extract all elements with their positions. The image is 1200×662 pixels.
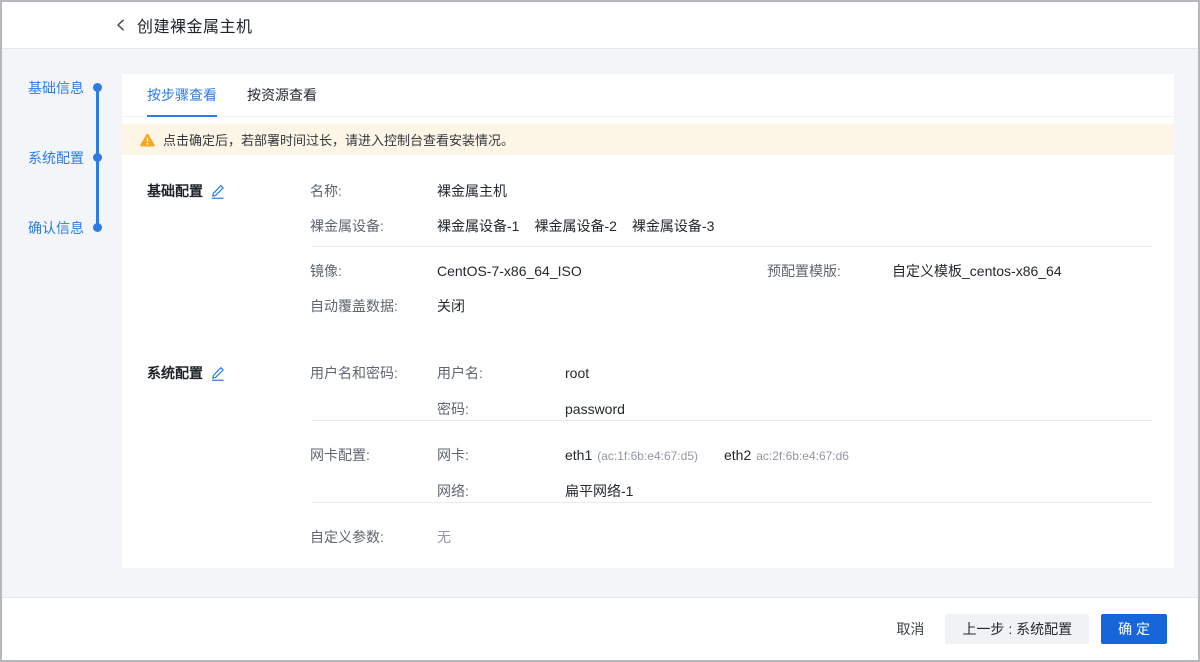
step-confirm-info[interactable]: 确认信息 — [28, 218, 84, 238]
device-item: 裸金属设备-3 — [632, 216, 714, 236]
nic-item-eth2: eth2 ac:2f:6b:e4:67:d6 — [724, 447, 849, 463]
deploy-warning-banner: 点击确定后，若部署时间过长，请进入控制台查看安装情况。 — [122, 124, 1174, 155]
username-label: 用户名: — [437, 363, 565, 383]
pencil-icon — [210, 184, 225, 199]
overwrite-value: 关闭 — [437, 296, 465, 316]
confirm-panel: 按步骤查看 按资源查看 点击确定后，若部署时间过长，请进入控制台查看安装情况。 … — [122, 74, 1174, 568]
field-row-devices: 裸金属设备: 裸金属设备-1 裸金属设备-2 裸金属设备-3 — [310, 216, 1146, 236]
tab-view-by-step[interactable]: 按步骤查看 — [147, 74, 217, 117]
name-value: 裸金属主机 — [437, 181, 507, 201]
tab-view-by-resource[interactable]: 按资源查看 — [247, 74, 317, 117]
section-system-title: 系统配置 — [147, 363, 203, 383]
network-label: 网络: — [437, 481, 565, 501]
overwrite-label: 自动覆盖数据: — [310, 296, 437, 316]
image-value: CentOS-7-x86_64_ISO — [437, 263, 767, 279]
field-row-image: 镜像: CentOS-7-x86_64_ISO 预配置模版: 自定义模板_cen… — [310, 261, 1146, 281]
template-value: 自定义模板_centos-x86_64 — [892, 261, 1062, 281]
back-button[interactable] — [114, 18, 128, 32]
password-value: password — [565, 401, 625, 417]
name-label: 名称: — [310, 181, 437, 201]
devices-label: 裸金属设备: — [310, 216, 437, 236]
nic-label: 网卡: — [437, 445, 565, 465]
divider — [312, 420, 1152, 421]
page-title: 创建裸金属主机 — [137, 13, 253, 37]
field-row-overwrite: 自动覆盖数据: 关闭 — [310, 296, 1146, 316]
step-dot-confirm — [93, 223, 102, 232]
network-value: 扁平网络-1 — [565, 481, 633, 501]
warning-icon — [140, 133, 155, 147]
userpass-label: 用户名和密码: — [310, 363, 437, 383]
confirm-button[interactable]: 确 定 — [1101, 614, 1167, 644]
nic2-mac: ac:2f:6b:e4:67:d6 — [756, 449, 849, 463]
section-basic-title: 基础配置 — [147, 181, 203, 201]
action-footer: 取消 上一步 : 系统配置 确 定 — [2, 597, 1198, 660]
field-row-nic: 网卡配置: 网卡: eth1 (ac:1f:6b:e4:67:d5) eth2 … — [310, 445, 1146, 465]
nic-config-label: 网卡配置: — [310, 445, 437, 465]
pencil-icon — [210, 366, 225, 381]
username-value: root — [565, 365, 589, 381]
section-basic-config: 基础配置 — [147, 181, 225, 201]
step-dot-system — [93, 153, 102, 162]
nic2-name: eth2 — [724, 447, 751, 463]
section-system-config: 系统配置 — [147, 363, 225, 383]
field-row-username: 用户名和密码: 用户名: root — [310, 363, 1146, 383]
edit-system-config-button[interactable] — [210, 366, 225, 381]
field-row-name: 名称: 裸金属主机 — [310, 181, 1146, 201]
warning-text: 点击确定后，若部署时间过长，请进入控制台查看安装情况。 — [163, 130, 514, 149]
device-item: 裸金属设备-2 — [534, 216, 616, 236]
create-baremetal-page: 创建裸金属主机 基础信息 系统配置 确认信息 按步骤查看 按资源查看 点击确定后… — [0, 0, 1200, 662]
step-basic-info[interactable]: 基础信息 — [28, 78, 84, 98]
template-label: 预配置模版: — [767, 261, 892, 281]
divider — [312, 246, 1152, 247]
field-row-password: 密码: password — [310, 399, 1146, 419]
field-row-custom-params: 自定义参数: 无 — [310, 527, 1146, 547]
nic-list: eth1 (ac:1f:6b:e4:67:d5) eth2 ac:2f:6b:e… — [565, 447, 849, 463]
password-label: 密码: — [437, 399, 565, 419]
step-system-config[interactable]: 系统配置 — [28, 148, 84, 168]
image-label: 镜像: — [310, 261, 437, 281]
nic1-name: eth1 — [565, 447, 592, 463]
chevron-left-icon — [114, 18, 128, 32]
custom-params-label: 自定义参数: — [310, 527, 437, 547]
nic1-mac: (ac:1f:6b:e4:67:d5) — [597, 449, 698, 463]
step-dot-basic — [93, 83, 102, 92]
device-item: 裸金属设备-1 — [437, 216, 519, 236]
step-navigation: 基础信息 系统配置 确认信息 — [2, 50, 122, 310]
custom-params-value: 无 — [437, 527, 451, 547]
view-tabs: 按步骤查看 按资源查看 — [122, 74, 1174, 117]
cancel-button[interactable]: 取消 — [887, 614, 933, 644]
page-header: 创建裸金属主机 — [2, 2, 1198, 49]
previous-step-button[interactable]: 上一步 : 系统配置 — [945, 614, 1089, 644]
nic-item-eth1: eth1 (ac:1f:6b:e4:67:d5) — [565, 447, 698, 463]
edit-basic-config-button[interactable] — [210, 184, 225, 199]
devices-list: 裸金属设备-1 裸金属设备-2 裸金属设备-3 — [437, 216, 714, 236]
divider — [312, 502, 1152, 503]
field-row-network: 网络: 扁平网络-1 — [310, 481, 1146, 501]
